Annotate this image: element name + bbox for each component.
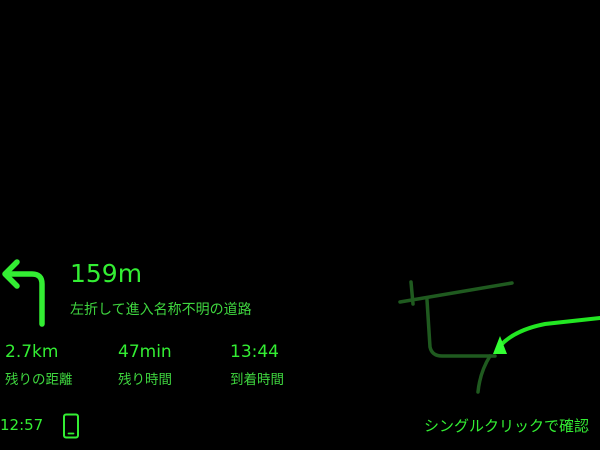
minor-road — [409, 280, 415, 306]
remaining-distance-value: 2.7km — [5, 342, 59, 362]
phone-icon — [63, 413, 79, 439]
minor-road — [398, 281, 514, 304]
single-click-confirm-hint[interactable]: シングルクリックで確認 — [424, 415, 589, 437]
turn-instruction: 左折して進入名称不明の道路 — [70, 302, 252, 318]
remaining-distance-label: 残りの距離 — [5, 372, 73, 388]
arrival-time-label: 到着時間 — [230, 372, 284, 388]
route-map[interactable] — [0, 0, 600, 450]
arrival-time-value: 13:44 — [230, 342, 279, 362]
distance-to-turn: 159m — [70, 259, 143, 288]
turn-left-arrow-icon — [2, 259, 45, 327]
minor-road — [425, 298, 497, 358]
minor-road — [476, 354, 492, 394]
remaining-time-value: 47min — [118, 342, 172, 362]
status-clock: 12:57 — [0, 416, 44, 434]
remaining-time-label: 残り時間 — [118, 372, 172, 388]
route-line — [499, 316, 600, 347]
